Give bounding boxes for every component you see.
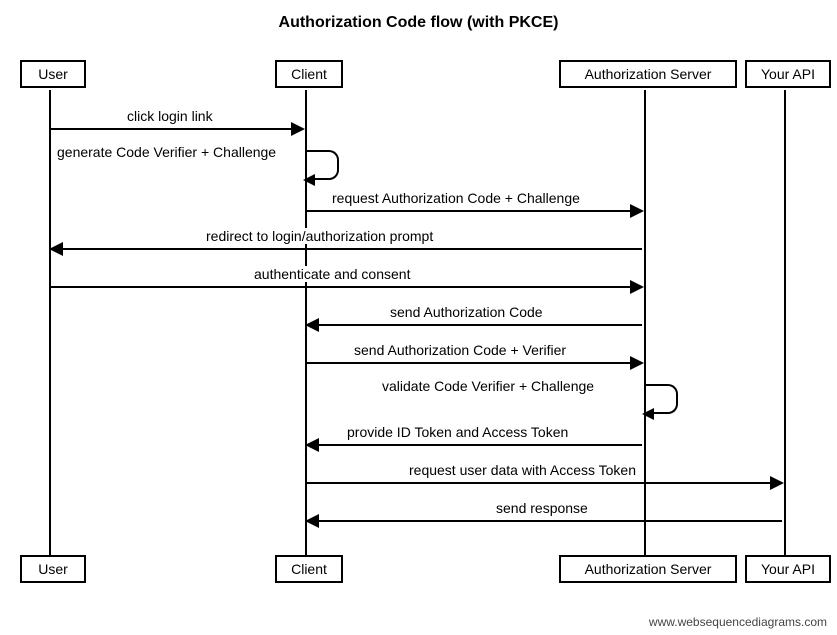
msg-redirect-login: redirect to login/authorization prompt	[204, 228, 435, 244]
msg-send-response: send response	[494, 500, 590, 516]
participant-auth-top: Authorization Server	[559, 60, 737, 88]
participant-api-top: Your API	[745, 60, 831, 88]
participant-user-bottom: User	[20, 555, 86, 583]
msg-click-login: click login link	[125, 108, 215, 124]
lifeline-auth	[644, 90, 646, 555]
arrow-send-code	[307, 324, 642, 326]
arrow-redirect-login	[51, 248, 642, 250]
msg-req-auth-code: request Authorization Code + Challenge	[330, 190, 582, 206]
msg-request-data: request user data with Access Token	[407, 462, 638, 478]
msg-provide-tokens: provide ID Token and Access Token	[345, 424, 570, 440]
footer-credit: www.websequencediagrams.com	[649, 615, 827, 629]
lifeline-api	[784, 90, 786, 555]
lifeline-user	[49, 90, 51, 555]
participant-client-bottom: Client	[275, 555, 343, 583]
arrow-send-response	[307, 520, 782, 522]
msg-authenticate: authenticate and consent	[252, 266, 412, 282]
arrow-click-login	[51, 128, 303, 130]
participant-api-bottom: Your API	[745, 555, 831, 583]
msg-send-code-verifier: send Authorization Code + Verifier	[352, 342, 568, 358]
msg-gen-verifier: generate Code Verifier + Challenge	[55, 144, 278, 160]
loop-validate-verifier	[646, 384, 678, 414]
participant-auth-bottom: Authorization Server	[559, 555, 737, 583]
diagram-title: Authorization Code flow (with PKCE)	[0, 14, 837, 32]
loop-gen-verifier	[307, 150, 339, 180]
arrow-authenticate	[51, 286, 642, 288]
arrow-send-code-verifier	[307, 362, 642, 364]
participant-client-top: Client	[275, 60, 343, 88]
msg-validate-verifier: validate Code Verifier + Challenge	[380, 378, 596, 394]
msg-send-code: send Authorization Code	[388, 304, 545, 320]
participant-user-top: User	[20, 60, 86, 88]
arrow-provide-tokens	[307, 444, 642, 446]
arrow-request-data	[307, 482, 782, 484]
arrow-req-auth-code	[307, 210, 642, 212]
